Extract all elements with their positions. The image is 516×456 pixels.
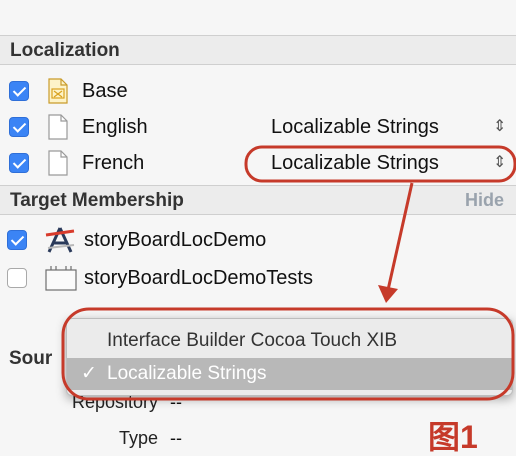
french-file-type-popup[interactable]: Localizable Strings ⇕	[262, 148, 512, 178]
menu-item-label: Localizable Strings	[107, 363, 267, 384]
english-file-type-value: Localizable Strings	[271, 116, 439, 138]
target-app-checkbox[interactable]	[7, 230, 27, 250]
localization-row-base: Base	[0, 76, 516, 106]
target-tests-checkbox[interactable]	[7, 268, 27, 288]
target-row-app: storyBoardLocDemo	[0, 225, 516, 255]
target-membership-header: Target Membership Hide	[0, 185, 516, 215]
target-app-label: storyBoardLocDemo	[84, 229, 267, 251]
french-checkbox[interactable]	[9, 153, 29, 173]
french-file-type-value: Localizable Strings	[271, 152, 439, 174]
menu-item-localizable-strings[interactable]: ✓ Localizable Strings	[67, 358, 512, 390]
english-file-type-popup[interactable]: Localizable Strings ⇕	[262, 112, 512, 142]
english-checkbox[interactable]	[9, 117, 29, 137]
figure-label: 图1	[428, 419, 478, 455]
french-label: French	[82, 152, 145, 174]
target-membership-header-label: Target Membership	[10, 190, 184, 211]
file-type-popup-menu: Interface Builder Cocoa Touch XIB ✓ Loca…	[66, 318, 513, 396]
test-bundle-icon	[45, 265, 77, 291]
hide-button[interactable]: Hide	[465, 186, 504, 215]
checkmark-icon: ✓	[81, 363, 97, 384]
localization-row-french: French Localizable Strings ⇕	[0, 148, 516, 178]
menu-item-label: Interface Builder Cocoa Touch XIB	[107, 330, 398, 351]
chevron-updown-icon: ⇕	[493, 118, 507, 135]
localization-header-label: Localization	[10, 40, 120, 61]
document-icon	[48, 150, 68, 176]
source-control-header-label: Sour	[9, 348, 53, 369]
base-label: Base	[82, 80, 128, 102]
localization-row-english: English Localizable Strings ⇕	[0, 112, 516, 142]
menu-item-interface-builder-xib[interactable]: Interface Builder Cocoa Touch XIB	[67, 325, 512, 357]
document-icon	[48, 114, 68, 140]
xib-file-icon	[48, 78, 68, 104]
chevron-updown-icon: ⇕	[493, 154, 507, 171]
top-blank-area	[0, 0, 516, 34]
target-tests-label: storyBoardLocDemoTests	[84, 267, 313, 289]
target-row-tests: storyBoardLocDemoTests	[0, 263, 516, 293]
type-value: --	[170, 428, 182, 448]
english-label: English	[82, 116, 148, 138]
localization-header: Localization	[0, 35, 516, 65]
type-label: Type	[118, 428, 158, 448]
app-target-icon	[44, 226, 78, 254]
base-checkbox[interactable]	[9, 81, 29, 101]
